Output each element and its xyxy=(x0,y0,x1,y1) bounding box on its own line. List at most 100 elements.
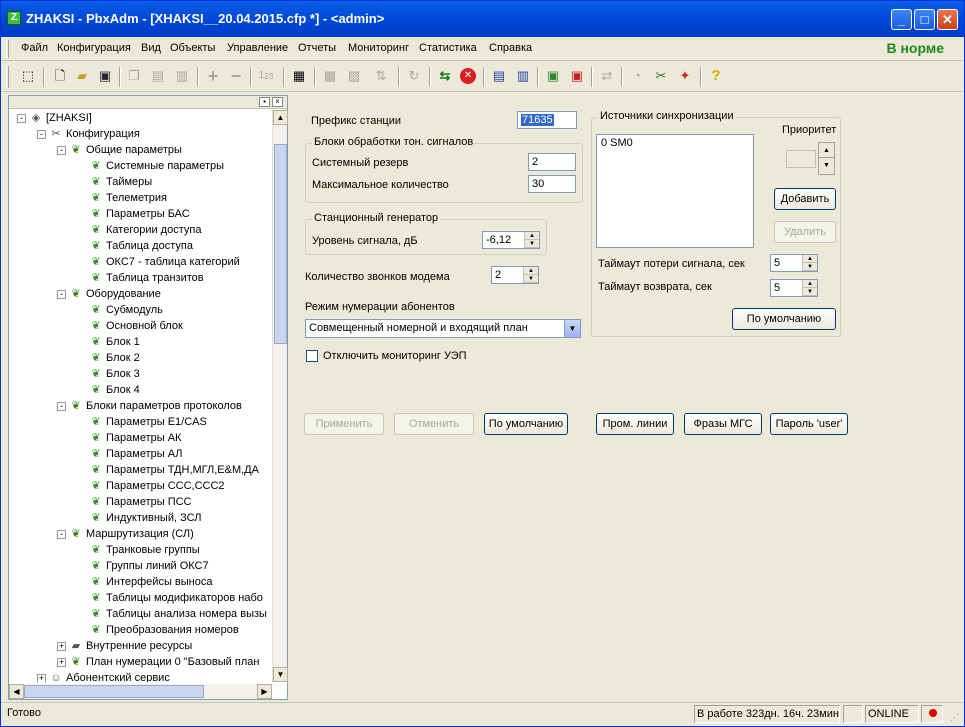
tree-item[interactable]: + ☺ Абонентский сервис xyxy=(37,670,170,682)
wand-icon[interactable]: ✦ xyxy=(676,67,694,85)
tools-icon[interactable]: ✂ xyxy=(652,67,670,85)
add-source-button[interactable]: Добавить xyxy=(774,188,836,210)
paste-special-icon[interactable]: ▥ xyxy=(173,67,191,85)
sync-icon[interactable]: ⇄ xyxy=(598,67,616,85)
delete-source-button[interactable]: Удалить xyxy=(774,221,836,243)
expand-icon[interactable]: + xyxy=(37,673,46,682)
menu-view[interactable]: Вид xyxy=(141,42,161,54)
tree-item[interactable]: ❦ Таймеры xyxy=(77,174,152,190)
collapse-icon[interactable]: - xyxy=(57,401,66,411)
tree-item[interactable]: ❦ ОКС7 - таблица категорий xyxy=(77,254,239,270)
tree-close-icon[interactable]: × xyxy=(272,97,283,107)
open-folder-icon[interactable]: ▰ xyxy=(73,67,91,85)
tree-item[interactable]: - ❦ Оборудование xyxy=(57,286,161,302)
spin-up-icon[interactable]: ▲ xyxy=(525,232,539,240)
spin-up-icon[interactable]: ▲ xyxy=(803,280,817,288)
tree-item[interactable]: ❦ Параметры БАС xyxy=(77,206,189,222)
tree-item[interactable]: ❦ Блок 3 xyxy=(77,366,139,382)
tree-item[interactable]: ❦ Индуктивный, ЗСЛ xyxy=(77,510,201,526)
remove-icon[interactable]: − xyxy=(227,67,245,85)
tree-item[interactable]: ❦ Блок 2 xyxy=(77,350,139,366)
tree-item[interactable]: ❦ Системные параметры xyxy=(77,158,224,174)
menu-statistics[interactable]: Статистика xyxy=(419,42,477,54)
tree-item[interactable]: ❦ Параметры E1/CAS xyxy=(77,414,206,430)
tree-item[interactable]: ❦ Телеметрия xyxy=(77,190,167,206)
minimize-button[interactable]: _ xyxy=(891,9,912,30)
collapse-icon[interactable]: - xyxy=(37,129,46,139)
tree-item[interactable]: ❦ Таблицы модификаторов набо xyxy=(77,590,263,606)
upload-icon[interactable]: ▣ xyxy=(544,67,562,85)
tree-item[interactable]: + ▰ Внутренние ресурсы xyxy=(57,638,192,654)
tree-item[interactable]: ❦ Таблицы анализа номера вызы xyxy=(77,606,267,622)
spin-down-icon[interactable]: ▼ xyxy=(803,288,817,296)
tree-item[interactable]: ❦ Таблица транзитов xyxy=(77,270,203,286)
chevron-down-icon[interactable]: ▼ xyxy=(564,320,580,337)
pane-splitter[interactable] xyxy=(290,95,296,700)
export-icon[interactable]: ▤ xyxy=(490,67,508,85)
monitor-icon[interactable]: ◔ xyxy=(628,67,646,85)
max-count-input[interactable]: 30 xyxy=(528,175,576,193)
modem-rings-spinner[interactable]: 2 ▲ ▼ xyxy=(491,266,539,284)
tree-item[interactable]: ❦ Параметры АЛ xyxy=(77,446,182,462)
menu-monitoring[interactable]: Мониторинг xyxy=(348,42,409,54)
tree-item[interactable]: ❦ Параметры ПСС xyxy=(77,494,191,510)
title-bar[interactable]: Z ZHAKSI - PbxAdm - [XHAKSI__20.04.2015.… xyxy=(1,1,964,37)
list-item[interactable]: 0 SM0 xyxy=(601,137,749,149)
scroll-thumb[interactable] xyxy=(274,144,287,344)
spin-down-icon[interactable]: ▼ xyxy=(524,275,538,283)
save-icon[interactable]: ▣ xyxy=(96,67,114,85)
sort-icon[interactable]: ⇅ xyxy=(372,67,390,85)
tree-item[interactable]: ❦ Категории доступа xyxy=(77,222,201,238)
copy-icon[interactable]: ❐ xyxy=(125,67,143,85)
tree-item[interactable]: ❦ Субмодуль xyxy=(77,302,163,318)
spin-up-icon[interactable]: ▲ xyxy=(819,143,834,158)
reserve-input[interactable]: 2 xyxy=(528,153,576,171)
tree-item[interactable]: - ✂ Конфигурация xyxy=(37,126,140,142)
menu-configuration[interactable]: Конфигурация xyxy=(57,42,131,54)
default-button[interactable]: По умолчанию xyxy=(484,413,568,435)
tree-item[interactable]: ❦ Параметры ТДН,МГЛ,Е&М,ДА xyxy=(77,462,259,478)
tree-item[interactable]: ❦ Таблица доступа xyxy=(77,238,193,254)
prefix-input[interactable]: 71635 xyxy=(517,111,577,129)
spin-down-icon[interactable]: ▼ xyxy=(819,158,834,174)
scroll-right-button[interactable]: ▶ xyxy=(257,684,272,699)
menu-help[interactable]: Справка xyxy=(489,42,532,54)
tree-item[interactable]: ❦ Блок 1 xyxy=(77,334,139,350)
signal-loss-timeout-spinner[interactable]: 5 ▲ ▼ xyxy=(770,254,818,272)
mgs-phrases-button[interactable]: Фразы МГС xyxy=(684,413,762,435)
menu-reports[interactable]: Отчеты xyxy=(298,42,336,54)
tree-item[interactable]: ❦ Параметры ССС,ССС2 xyxy=(77,478,224,494)
tree-item[interactable]: ❦ Транковые группы xyxy=(77,542,199,558)
tree-item[interactable]: - ❦ Блоки параметров протоколов xyxy=(57,398,242,414)
spin-up-icon[interactable]: ▲ xyxy=(803,255,817,263)
trunk-lines-button[interactable]: Пром. линии xyxy=(596,413,674,435)
tree-item[interactable]: ❦ Интерфейсы выноса xyxy=(77,574,212,590)
resize-grip-icon[interactable]: ⋰ xyxy=(950,712,962,724)
disable-monitoring-checkbox[interactable] xyxy=(306,350,318,362)
scroll-thumb-h[interactable] xyxy=(24,685,204,698)
tree-item[interactable]: - ❦ Общие параметры xyxy=(57,142,182,158)
sync-default-button[interactable]: По умолчанию xyxy=(732,308,836,330)
spin-up-icon[interactable]: ▲ xyxy=(524,267,538,275)
connect-icon[interactable]: ⇆ xyxy=(436,67,454,85)
menu-objects[interactable]: Объекты xyxy=(170,42,215,54)
add-icon[interactable]: + xyxy=(204,67,222,85)
grid-icon[interactable]: ▩ xyxy=(321,67,339,85)
scroll-left-button[interactable]: ◀ xyxy=(9,684,24,699)
close-button[interactable]: ✕ xyxy=(937,9,958,30)
grid2-icon[interactable]: ▨ xyxy=(345,67,363,85)
help-icon[interactable]: ? xyxy=(707,67,725,85)
numbering-icon[interactable]: 1 23 xyxy=(257,67,275,85)
collapse-icon[interactable]: - xyxy=(57,529,66,539)
download-icon[interactable]: ▣ xyxy=(568,67,586,85)
scroll-up-button[interactable]: ▲ xyxy=(273,110,288,125)
new-doc-icon[interactable]: 🗋 xyxy=(51,67,69,85)
expand-icon[interactable]: + xyxy=(57,641,66,651)
apply-button[interactable]: Применить xyxy=(304,413,384,435)
tree-item[interactable]: + ❦ План нумерации 0 "Базовый план xyxy=(57,654,259,670)
tree-pin-icon[interactable]: ▪ xyxy=(259,97,270,107)
cancel-icon[interactable]: ✕ xyxy=(460,68,476,84)
scroll-down-button[interactable]: ▼ xyxy=(273,667,288,682)
paste-icon[interactable]: ▤ xyxy=(149,67,167,85)
tree-item[interactable]: - ❦ Маршрутизация (СЛ) xyxy=(57,526,194,542)
